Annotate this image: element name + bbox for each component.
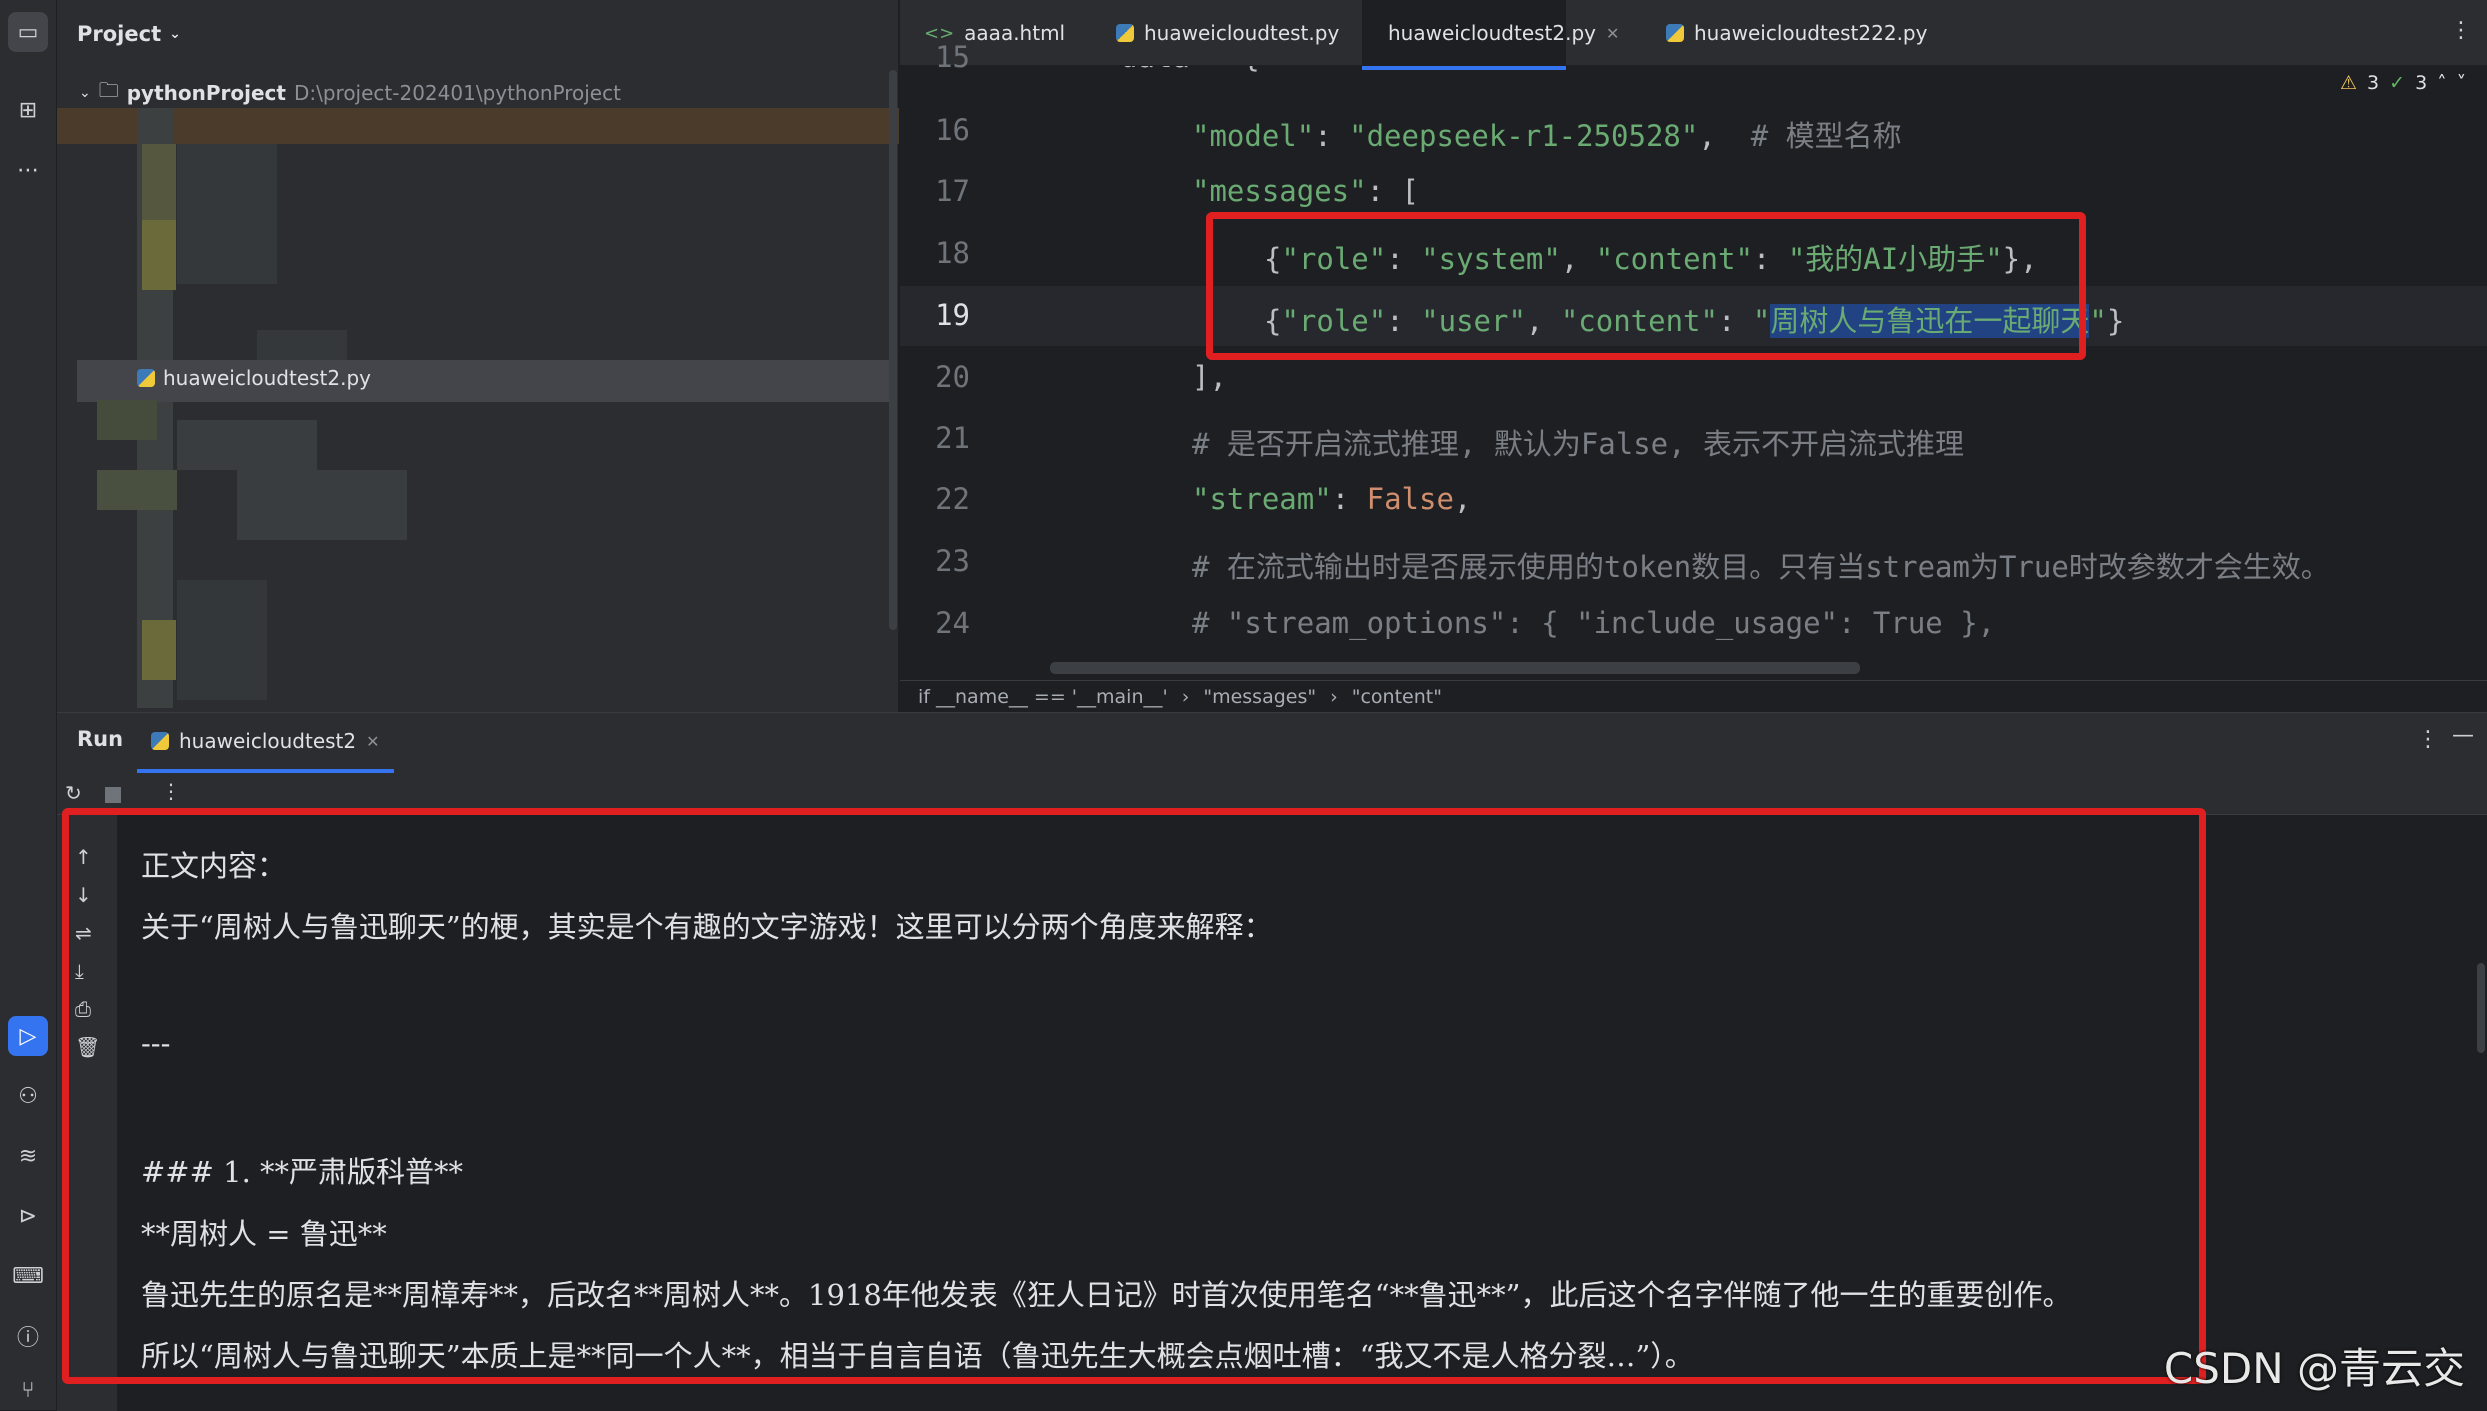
code-line-15: data = { (1120, 66, 1260, 74)
stop-icon[interactable] (105, 787, 121, 803)
file-name: huaweicloudtest2.py (163, 366, 372, 390)
more-icon[interactable]: ⋮ (2450, 18, 2472, 43)
chevron-down-icon: ⌄ (79, 85, 91, 101)
breadcrumb: if __name__ == '__main__' › "messages" ›… (900, 680, 2487, 712)
highlight-box (1206, 212, 2086, 360)
pixelated-row (57, 108, 899, 144)
run-title[interactable]: Run (77, 727, 123, 751)
code-line-21: # 是否开启流式推理, 默认为False, 表示不开启流式推理 (1192, 427, 1965, 461)
horizontal-scrollbar[interactable] (1050, 662, 1860, 674)
scrollbar[interactable] (2477, 963, 2485, 1053)
code-line-17: "messages": [ (1192, 174, 1419, 208)
minimize-icon[interactable]: — (2452, 723, 2474, 748)
more-icon[interactable]: ⋮ (161, 779, 181, 803)
run-tabs: Run huaweicloudtest2 ✕ ⋮ — (57, 713, 2487, 773)
pixelated-block (142, 144, 176, 224)
python-console-icon[interactable]: ⚇ (8, 1076, 48, 1116)
layers-icon[interactable]: ≋ (8, 1136, 48, 1176)
close-icon[interactable]: ✕ (366, 732, 379, 751)
pixelated-block (177, 580, 267, 700)
folder-icon[interactable]: ▭ (8, 12, 48, 52)
tab-label: huaweicloudtest2 (179, 729, 357, 753)
services-icon[interactable]: ⊳ (8, 1196, 48, 1236)
tab-label: huaweicloudtest222.py (1694, 21, 1928, 45)
python-file-icon (137, 369, 155, 387)
project-panel: Project ⌄ ⌄ 🗀 pythonProject D:\project-2… (57, 0, 899, 712)
tab-label: aaaa.html (964, 21, 1066, 45)
pixelated-block (142, 220, 176, 290)
tree-file[interactable]: huaweicloudtest2.py (137, 366, 371, 390)
root-path: D:\project-202401\pythonProject (293, 81, 621, 105)
python-icon (1666, 24, 1684, 42)
run-icon[interactable]: ▷ (8, 1016, 48, 1056)
tab-huaweicloudtest2[interactable]: huaweicloudtest2.py ✕ (1362, 0, 1619, 70)
breadcrumb-item[interactable]: "messages" (1203, 686, 1316, 708)
tab-label: huaweicloudtest.py (1144, 21, 1340, 45)
highlight-box (62, 808, 2206, 1384)
code-area[interactable]: data = { "model": "deepseek-r1-250528", … (900, 66, 2487, 686)
pixelated-block (97, 470, 177, 510)
more-icon[interactable]: ⋯ (8, 150, 48, 190)
breadcrumb-item[interactable]: "content" (1352, 686, 1442, 708)
tab-label: huaweicloudtest2.py (1388, 21, 1597, 45)
pixelated-block (177, 420, 317, 470)
root-name: pythonProject (126, 81, 286, 105)
chevron-right-icon: › (1330, 685, 1338, 708)
pixelated-block (142, 620, 176, 680)
activity-bar: ▭ ⊞ ⋯ ▷ ⚇ ≋ ⊳ ⌨ ⓘ ⑂ (0, 0, 57, 1410)
chevron-right-icon: › (1181, 685, 1190, 708)
folder-icon: 🗀 (98, 78, 119, 102)
project-header[interactable]: Project ⌄ (77, 14, 181, 54)
code-line-20: ], (1192, 360, 1227, 394)
more-icon[interactable]: ⋮ (2417, 727, 2439, 752)
watermark: CSDN @青云交 (2163, 1344, 2465, 1393)
code-line-16: "model": "deepseek-r1-250528", # 模型名称 (1192, 119, 1902, 153)
tab-huaweicloudtest[interactable]: huaweicloudtest.py (1100, 0, 1355, 66)
code-line-23: # 在流式输出时是否展示使用的token数目。只有当stream为True时改参… (1192, 550, 2330, 584)
tab-run-config[interactable]: huaweicloudtest2 ✕ (137, 713, 394, 773)
tree-root[interactable]: ⌄ 🗀 pythonProject D:\project-202401\pyth… (79, 76, 621, 110)
code-line-24: # "stream_options": { "include_usage": T… (1192, 606, 1996, 640)
pixelated-block (177, 144, 277, 284)
python-icon (1116, 24, 1134, 42)
structure-icon[interactable]: ⊞ (8, 90, 48, 130)
pixelated-block (237, 470, 407, 540)
editor-tabs: <> aaaa.html huaweicloudtest.py huaweicl… (900, 0, 2487, 70)
problems-icon[interactable]: ⓘ (8, 1316, 48, 1356)
rerun-icon[interactable]: ↻ (65, 781, 82, 805)
close-icon[interactable]: ✕ (1606, 24, 1619, 43)
breadcrumb-item[interactable]: if __name__ == '__main__' (918, 686, 1168, 708)
project-title: Project (77, 22, 162, 46)
chevron-down-icon: ⌄ (169, 26, 181, 42)
tab-huaweicloudtest222[interactable]: huaweicloudtest222.py (1650, 0, 1943, 66)
scrollbar[interactable] (889, 70, 897, 630)
git-icon[interactable]: ⑂ (8, 1370, 48, 1410)
code-line-22: "stream": False, (1192, 482, 1472, 516)
python-icon (151, 732, 169, 750)
pixelated-block (97, 400, 157, 440)
terminal-icon[interactable]: ⌨ (8, 1256, 48, 1296)
editor: <> aaaa.html huaweicloudtest.py huaweicl… (900, 0, 2487, 712)
